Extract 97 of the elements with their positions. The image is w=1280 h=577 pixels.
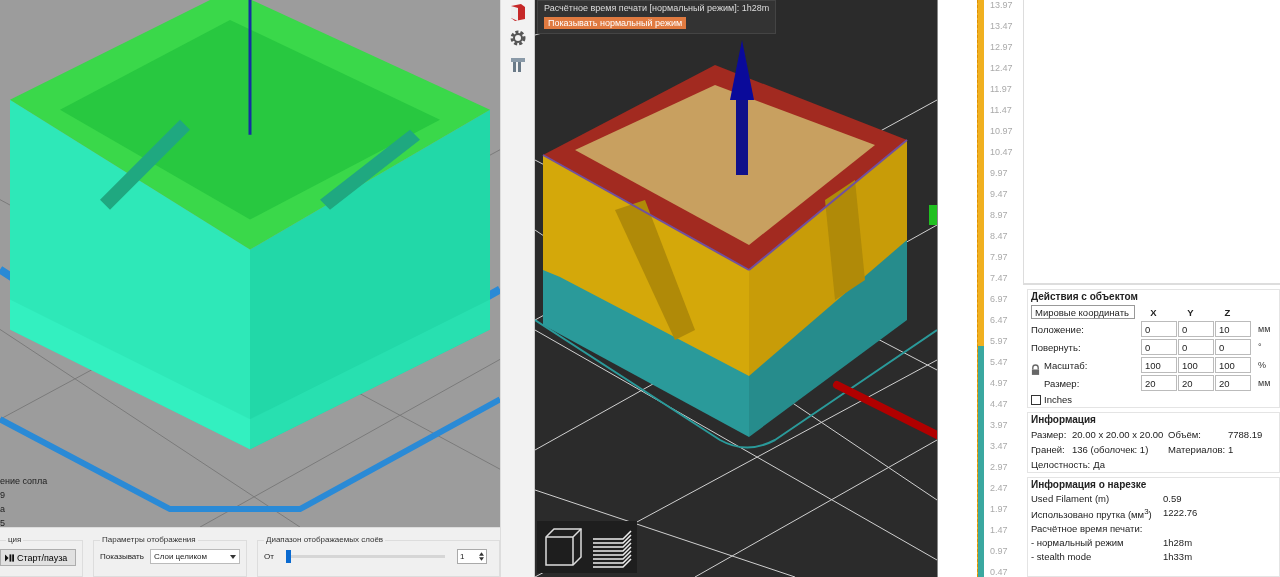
layer-height-label: 1.47 <box>990 525 1009 535</box>
info-value: 136 (оболочек: 1) <box>1072 444 1150 455</box>
layer-height-label: 4.47 <box>990 399 1009 409</box>
section-title: Действия с объектом <box>1031 291 1139 302</box>
unit-label: мм <box>1258 378 1271 388</box>
section-title: Информация о нарезке <box>1031 479 1148 490</box>
layer-height-label: 6.97 <box>990 294 1009 304</box>
value-field[interactable]: 0 <box>1141 321 1177 337</box>
layer-height-label: 1.97 <box>990 504 1009 514</box>
layer-height-label: 2.97 <box>990 462 1009 472</box>
slice-info-label: - stealth mode <box>1031 551 1093 563</box>
info-label: Материалов: <box>1168 444 1227 455</box>
unit-label: мм <box>1258 324 1271 334</box>
layer-height-label: 5.47 <box>990 357 1009 367</box>
play-pause-icon <box>5 553 14 562</box>
layer-height-label: 6.47 <box>990 315 1009 325</box>
axis-label: X <box>1149 306 1158 318</box>
slice-info-value: 1h33m <box>1163 551 1193 563</box>
info-value: Да <box>1093 459 1106 470</box>
coordinates-dropdown[interactable]: Мировые координать <box>1031 305 1135 319</box>
value-field[interactable]: 0 <box>1178 321 1214 337</box>
slice-info-label: - нормальный режим <box>1031 537 1125 549</box>
slice-info-value: 1222.76 <box>1163 507 1198 520</box>
from-spinbox[interactable]: 1 <box>457 549 487 565</box>
slice-info-value: 1h28m <box>1163 537 1193 549</box>
layer-height-label: 7.97 <box>990 252 1009 262</box>
field-label: Повернуть: <box>1031 341 1082 353</box>
slice-info-label: Used Filament (m) <box>1031 493 1111 504</box>
show-dropdown[interactable]: Слои целиком <box>149 549 240 565</box>
layer-height-label: 13.47 <box>990 21 1013 31</box>
inches-checkbox[interactable] <box>1031 394 1041 405</box>
estimate-text: Расчётное время печати [нормальный режим]: 1h28m <box>544 3 770 14</box>
model-viewport[interactable]: ение сопла 9 а 5 <box>0 0 500 528</box>
info-label: Размер: <box>1031 429 1068 440</box>
axis-label: Z <box>1223 306 1232 318</box>
start-pause-button[interactable]: Старт/пауза <box>0 549 76 567</box>
field-label: Положение: <box>1031 323 1085 335</box>
value-field[interactable]: 20 <box>1141 375 1177 391</box>
unit-label: % <box>1258 360 1266 370</box>
legend-text: ение сопла <box>0 476 48 487</box>
layer-height-label: 10.97 <box>990 126 1013 136</box>
layer-height-label: 2.47 <box>990 483 1009 493</box>
layer-height-label: 9.97 <box>990 168 1009 178</box>
info-value: 20.00 x 20.00 x 20.00 <box>1072 429 1165 440</box>
show-label: Показывать <box>100 552 144 562</box>
value-field[interactable]: 100 <box>1141 357 1177 373</box>
field-label: Размер: <box>1044 377 1081 389</box>
value-field[interactable]: 0 <box>1215 339 1251 355</box>
legend-text: а <box>0 504 6 515</box>
value-field[interactable]: 100 <box>1178 357 1214 373</box>
y-axis <box>929 205 937 225</box>
layer-height-label: 12.97 <box>990 42 1013 52</box>
layer-height-label: 8.47 <box>990 231 1009 241</box>
info-value: 7788.19 <box>1228 429 1263 440</box>
layer-slider[interactable] <box>977 0 984 577</box>
value-field[interactable]: 20 <box>1178 375 1214 391</box>
layer-height-label: 10.47 <box>990 147 1013 157</box>
slice-info-label: Расчётное время печати: <box>1031 523 1144 535</box>
slice-info-label: Использовано прутка (мм$^{3}$) <box>1031 507 1153 521</box>
value-field[interactable]: 0 <box>1141 339 1177 355</box>
info-label: Целостность: <box>1031 459 1091 470</box>
spin-arrows-icon <box>479 552 484 562</box>
info-label: Объём: <box>1168 429 1202 440</box>
from-label: От <box>264 552 274 562</box>
inches-label: Inches <box>1044 394 1072 405</box>
lock-icon[interactable] <box>1031 364 1040 375</box>
sliced-model-viewport[interactable]: Расчётное время печати [нормальный режим]: 1h28m Показывать нормальный режим <box>535 0 938 577</box>
legend-text: 5 <box>0 518 6 529</box>
group-title: ция <box>6 535 24 545</box>
slice-info-value: 0.59 <box>1163 493 1182 504</box>
layer-height-label: 8.97 <box>990 210 1009 220</box>
layer-height-label: 0.47 <box>990 567 1009 577</box>
value-field[interactable]: 20 <box>1215 375 1251 391</box>
layer-height-label: 7.47 <box>990 273 1009 283</box>
group-title: Диапазон отображаемых слоёв <box>264 535 386 545</box>
section-title: Информация <box>1031 414 1097 425</box>
unit-label: ° <box>1258 342 1262 352</box>
info-value: 1 <box>1228 444 1234 455</box>
value-field[interactable]: 100 <box>1215 357 1251 373</box>
axis-label: Y <box>1186 306 1195 318</box>
caret-icon <box>230 554 236 559</box>
layer-height-label: 13.97 <box>990 0 1013 10</box>
layer-height-label: 3.97 <box>990 420 1009 430</box>
field-label: Масштаб: <box>1044 359 1089 371</box>
layer-height-label: 3.47 <box>990 441 1009 451</box>
layer-height-label: 11.47 <box>990 105 1013 115</box>
layer-height-label: 5.97 <box>990 336 1009 346</box>
layer-height-label: 12.47 <box>990 63 1013 73</box>
info-label: Граней: <box>1031 444 1066 455</box>
value-field[interactable]: 0 <box>1178 339 1214 355</box>
layer-height-label: 9.47 <box>990 189 1009 199</box>
group-title: Параметры отображения <box>100 535 198 545</box>
legend-text: 9 <box>0 490 6 501</box>
layer-height-label: 11.97 <box>990 84 1013 94</box>
layer-height-label: 4.97 <box>990 378 1009 388</box>
layer-height-label: 0.97 <box>990 546 1009 556</box>
value-field[interactable]: 10 <box>1215 321 1251 337</box>
